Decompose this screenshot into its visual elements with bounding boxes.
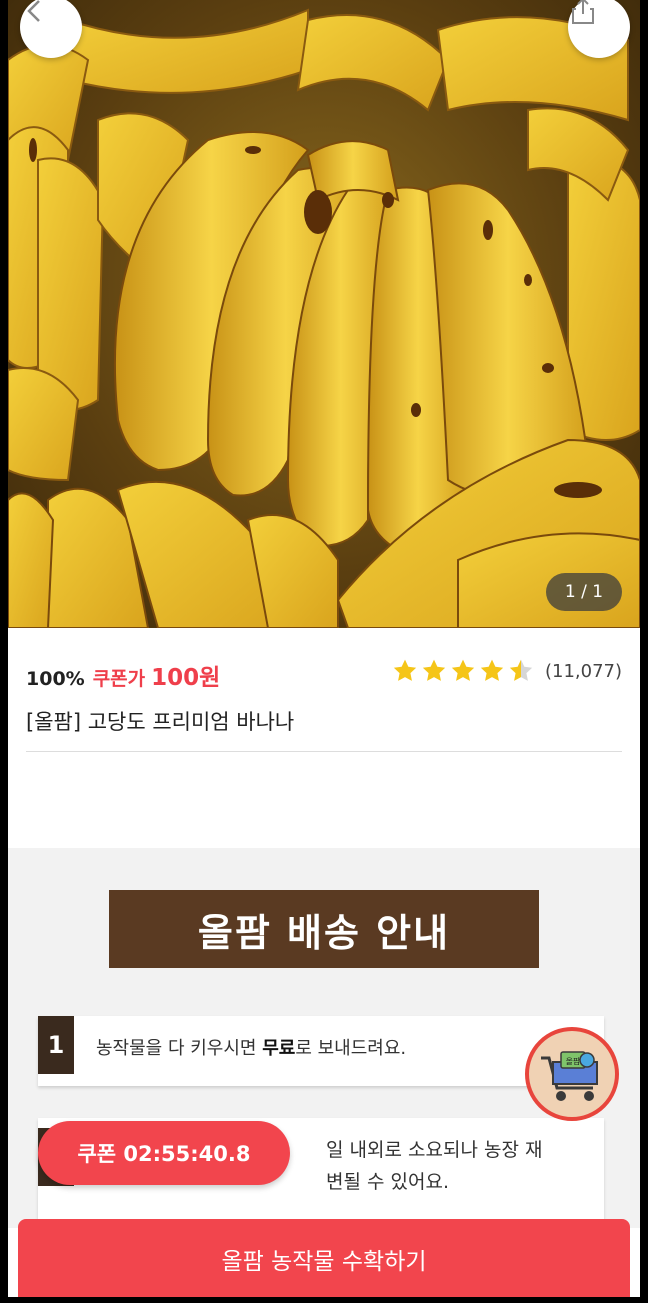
coupon-timer[interactable]: 쿠폰 02:55:40.8 <box>38 1121 290 1185</box>
guide-step-1: 1 농작물을 다 키우시면 무료로 보내드려요. <box>38 1016 604 1086</box>
star-rating <box>392 658 537 684</box>
product-image[interactable]: 1 / 1 <box>8 0 640 628</box>
divider <box>26 751 622 752</box>
star-icon <box>422 659 446 681</box>
rating[interactable]: (11,077) <box>392 658 622 684</box>
half-star-icon <box>509 659 533 681</box>
discount-percent: 100% <box>26 668 85 690</box>
product-info: 100% 쿠폰가 100원 (11,077) [올팜] 고당도 프리미엄 바나나 <box>8 628 640 848</box>
star-icon <box>480 659 504 681</box>
cart-badge-text: 올팜 <box>566 1056 581 1066</box>
image-page-indicator: 1 / 1 <box>546 573 622 611</box>
delivery-guide-banner: 올팜 배송 안내 <box>109 890 539 968</box>
share-icon <box>572 0 594 24</box>
price-row: 100% 쿠폰가 100원 <box>26 658 220 692</box>
product-title: [올팜] 고당도 프리미엄 바나나 <box>26 710 295 734</box>
chevron-left-icon <box>27 0 40 22</box>
step-1-text: 농작물을 다 키우시면 무료로 보내드려요. <box>96 1038 407 1059</box>
review-count: (11,077) <box>544 660 622 682</box>
coupon-price: 100원 <box>151 665 221 691</box>
banana-photo <box>8 8 640 628</box>
shopping-cart-icon: 올팜 <box>541 1051 598 1101</box>
step-number: 1 <box>38 1016 74 1074</box>
product-screen: 1 / 1 100% 쿠폰가 100원 (11,077) [올팜] 고당도 프리… <box>8 0 640 1297</box>
star-icon <box>451 659 475 681</box>
star-icon <box>393 659 417 681</box>
farm-cart-button[interactable]: 올팜 <box>525 1027 619 1121</box>
harvest-button[interactable]: 올팜 농작물 수확하기 <box>18 1219 630 1297</box>
coupon-price-label: 쿠폰가 <box>92 668 146 690</box>
